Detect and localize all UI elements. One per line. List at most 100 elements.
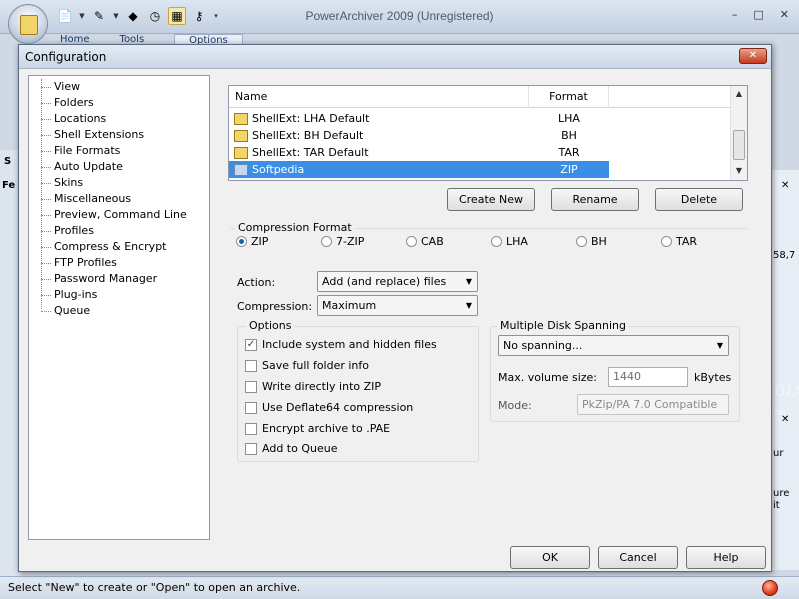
app-titlebar: 📄 ▼ ✎ ▼ ◆ ◷ ▦ ⚷ ▾ PowerArchiver 2009 (Un… [0, 0, 799, 44]
list-item-name: Softpedia [252, 163, 305, 176]
radio-zip[interactable]: ZIP [236, 235, 268, 248]
checkbox-encrypt-archive-pae[interactable]: Encrypt archive to .PAE [245, 422, 390, 435]
tree-item-file-formats[interactable]: File Formats [29, 143, 209, 159]
checkbox-label: Write directly into ZIP [262, 380, 382, 393]
list-item-name: ShellExt: LHA Default [252, 112, 370, 125]
spanning-value: No spanning... [503, 339, 583, 352]
profile-list[interactable]: Name Format ShellExt: LHA Default LHA Sh… [228, 85, 748, 181]
cancel-button[interactable]: Cancel [598, 546, 678, 569]
profile-icon [234, 163, 248, 176]
checkbox-label: Add to Queue [262, 442, 338, 455]
chevron-down-icon: ▼ [465, 301, 472, 310]
list-item[interactable]: ShellExt: LHA Default LHA [229, 110, 609, 127]
dialog-title: Configuration [25, 50, 107, 64]
chevron-down-icon: ▼ [716, 341, 723, 350]
background-folder-panel: S Fe [0, 150, 20, 580]
checkbox-label: Use Deflate64 compression [262, 401, 414, 414]
radio-7zip[interactable]: 7-ZIP [321, 235, 364, 248]
list-scrollbar[interactable]: ▲ ▼ [730, 86, 747, 180]
tree-item-auto-update[interactable]: Auto Update [29, 159, 209, 175]
close-button[interactable]: ✕ [780, 8, 789, 21]
minimize-button[interactable]: – [732, 8, 738, 21]
column-header-name[interactable]: Name [229, 86, 529, 108]
tree-item-view[interactable]: View [29, 79, 209, 95]
tree-item-miscellaneous[interactable]: Miscellaneous [29, 191, 209, 207]
checkbox-add-to-queue[interactable]: Add to Queue [245, 442, 337, 455]
profile-icon [234, 129, 248, 142]
action-value: Add (and replace) files [322, 275, 447, 288]
list-item-name: ShellExt: TAR Default [252, 146, 369, 159]
profile-icon [234, 146, 248, 159]
maximize-button[interactable]: □ [753, 8, 763, 21]
app-menu-button[interactable] [8, 4, 48, 44]
radio-label: LHA [506, 235, 528, 248]
tree-item-folders[interactable]: Folders [29, 95, 209, 111]
radio-label: 7-ZIP [336, 235, 365, 248]
help-button[interactable]: Help [686, 546, 766, 569]
checkbox-use-deflate64[interactable]: Use Deflate64 compression [245, 401, 413, 414]
list-item-selected[interactable]: Softpedia ZIP [229, 161, 609, 178]
list-item[interactable]: ShellExt: TAR Default TAR [229, 144, 609, 161]
radio-dot [236, 236, 247, 247]
action-dropdown[interactable]: Add (and replace) files ▼ [317, 271, 478, 292]
compression-value: Maximum [322, 299, 377, 312]
list-item[interactable]: ShellExt: BH Default BH [229, 127, 609, 144]
radio-label: TAR [676, 235, 698, 248]
radio-bh[interactable]: BH [576, 235, 607, 248]
status-indicator-icon[interactable] [762, 580, 778, 596]
scroll-down-icon[interactable]: ▼ [731, 166, 747, 175]
status-bar: Select "New" to create or "Open" to open… [0, 576, 799, 599]
checkbox-label: Save full folder info [262, 359, 370, 372]
radio-cab[interactable]: CAB [406, 235, 444, 248]
spanning-dropdown[interactable]: No spanning... ▼ [498, 335, 729, 356]
ok-button[interactable]: OK [510, 546, 590, 569]
scrollbar-thumb[interactable] [733, 130, 745, 160]
radio-dot [406, 236, 417, 247]
radio-tar[interactable]: TAR [661, 235, 697, 248]
checkbox-label: Include system and hidden files [262, 338, 437, 351]
dialog-titlebar: Configuration ✕ [19, 45, 771, 69]
column-header-format[interactable]: Format [529, 86, 609, 108]
background-text: S [4, 156, 12, 167]
checkbox-box [245, 442, 257, 455]
mode-label: Mode: [498, 399, 532, 412]
tree-item-locations[interactable]: Locations [29, 111, 209, 127]
chevron-down-icon: ▼ [465, 277, 472, 286]
archive-icon [20, 15, 38, 35]
profile-icon [234, 112, 248, 125]
radio-lha[interactable]: LHA [491, 235, 528, 248]
max-volume-input[interactable]: 1440 [608, 367, 688, 387]
compression-dropdown[interactable]: Maximum ▼ [317, 295, 478, 316]
tree-item-ftp-profiles[interactable]: FTP Profiles [29, 255, 209, 271]
options-label: Options [246, 319, 295, 332]
scroll-up-icon[interactable]: ▲ [731, 89, 747, 98]
tree-item-profiles[interactable]: Profiles [29, 223, 209, 239]
action-label: Action: [237, 276, 276, 289]
max-volume-label: Max. volume size: [498, 371, 598, 384]
background-text: ur [773, 448, 784, 459]
checkbox-box [245, 422, 257, 435]
checkbox-include-system-hidden[interactable]: ✓ Include system and hidden files [245, 338, 437, 351]
window-controls: – □ ✕ [732, 8, 789, 21]
list-item-format: BH [561, 129, 577, 142]
status-text: Select "New" to create or "Open" to open… [8, 581, 301, 594]
mode-dropdown[interactable]: PkZip/PA 7.0 Compatible [577, 394, 729, 415]
disk-spanning-label: Multiple Disk Spanning [497, 319, 629, 332]
tree-item-preview-command-line[interactable]: Preview, Command Line [29, 207, 209, 223]
tree-item-shell-extensions[interactable]: Shell Extensions [29, 127, 209, 143]
tree-item-queue[interactable]: Queue [29, 303, 209, 319]
tree-item-password-manager[interactable]: Password Manager [29, 271, 209, 287]
config-tree: View Folders Locations Shell Extensions … [28, 75, 210, 540]
dialog-close-button[interactable]: ✕ [739, 48, 767, 64]
tree-item-plug-ins[interactable]: Plug-ins [29, 287, 209, 303]
checkbox-save-full-folder-info[interactable]: Save full folder info [245, 359, 369, 372]
checkbox-write-directly-into-zip[interactable]: Write directly into ZIP [245, 380, 381, 393]
rename-button[interactable]: Rename [551, 188, 639, 211]
max-volume-unit: kBytes [694, 371, 732, 384]
delete-button[interactable]: Delete [655, 188, 743, 211]
radio-dot [491, 236, 502, 247]
tree-item-compress-encrypt[interactable]: Compress & Encrypt [29, 239, 209, 255]
radio-label: BH [591, 235, 607, 248]
create-new-button[interactable]: Create New [447, 188, 535, 211]
tree-item-skins[interactable]: Skins [29, 175, 209, 191]
